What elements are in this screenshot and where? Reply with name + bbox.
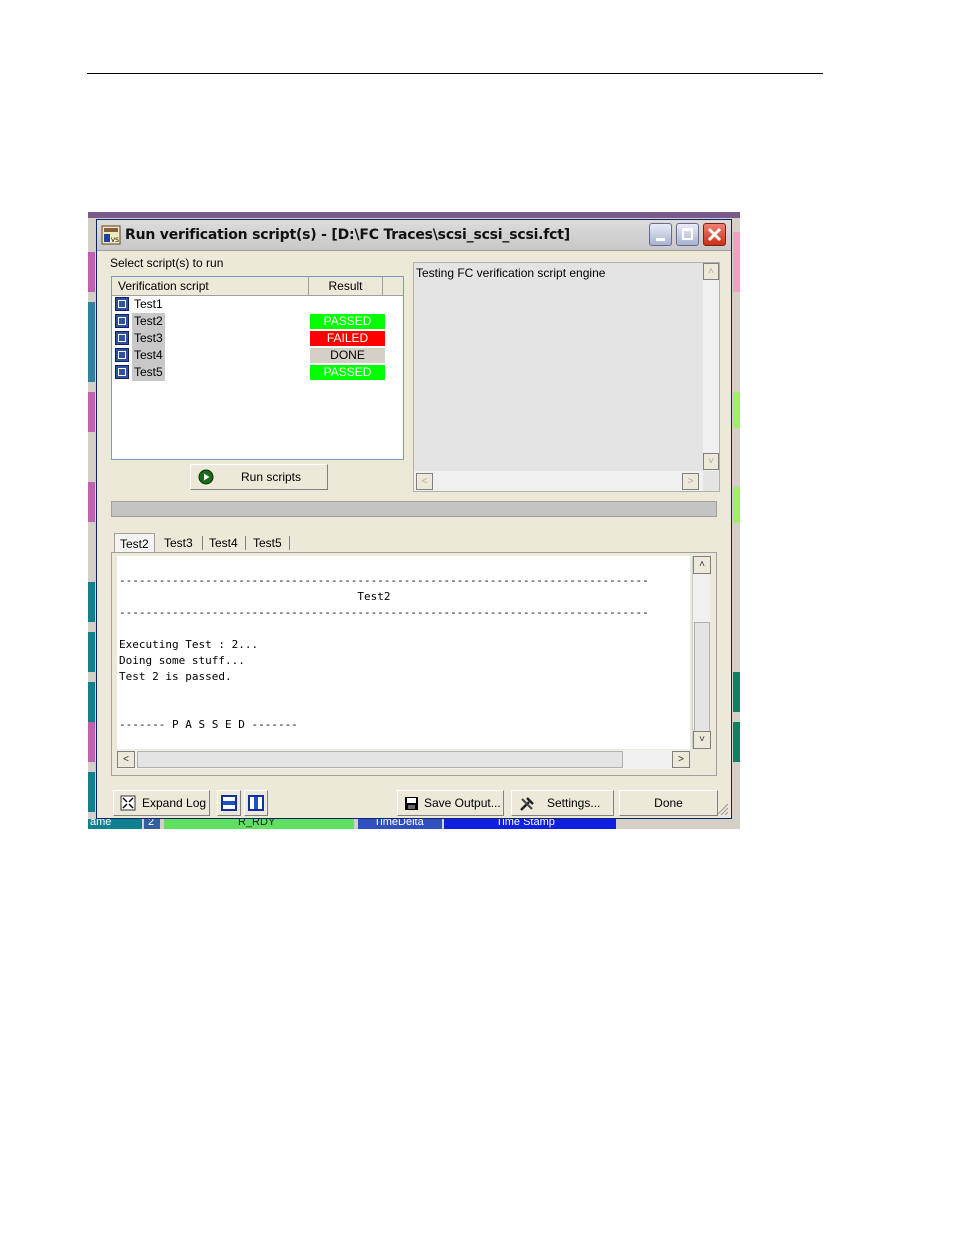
script-app-icon: VS [101,225,121,245]
page-top-rule [87,73,823,74]
output-horizontal-scrollbar[interactable]: < > [414,471,703,491]
maximize-button[interactable] [676,223,699,246]
scroll-right-arrow-icon[interactable]: > [672,751,690,768]
expand-log-label: Expand Log [142,796,207,810]
vs-script-icon [115,314,129,328]
run-scripts-label: Run scripts [241,470,302,484]
vertical-split-icon [248,795,264,811]
engine-output-pane[interactable]: Testing FC verification script engine ˄ … [413,262,720,492]
log-vertical-scrollbar[interactable]: ˄ ˅ [692,556,711,749]
log-line: Doing some stuff... [119,654,245,667]
horizontal-split-icon [221,795,237,811]
dialog-title: Run verification script(s) - [D:\FC Trac… [125,227,570,243]
minimize-button[interactable] [649,223,672,246]
play-icon [198,469,214,485]
select-scripts-label: Select script(s) to run [110,256,224,270]
tab-separator [289,536,290,550]
tab-test3[interactable]: Test3 [159,533,198,553]
scroll-right-arrow-icon[interactable]: > [682,473,699,490]
log-text-area[interactable]: ----------------------------------------… [117,556,690,749]
horizontal-layout-button[interactable] [217,790,241,816]
save-output-label: Save Output... [424,796,501,810]
script-name: Test3 [132,330,165,347]
log-line: Executing Test : 2... [119,638,259,651]
run-scripts-button[interactable]: Run scripts [190,464,328,490]
engine-output-text: Testing FC verification script engine [416,266,606,280]
result-badge: PASSED [310,314,385,329]
vs-script-icon [115,331,129,345]
script-row[interactable]: Test1 [115,296,395,313]
tab-test2[interactable]: Test2 [114,533,155,554]
expand-icon [120,795,136,811]
save-output-button[interactable]: Save Output... [397,790,504,816]
output-vertical-scrollbar[interactable]: ˄ ˅ [703,263,719,471]
list-header: Verification script Result [112,277,403,296]
script-row[interactable]: Test5 PASSED [115,364,395,381]
log-line: Test 2 is passed. [119,670,232,683]
vs-script-icon [115,365,129,379]
scroll-left-arrow-icon[interactable]: < [416,473,433,490]
vs-script-icon [115,297,129,311]
run-verification-dialog: VS Run verification script(s) - [D:\FC T… [96,219,732,819]
scroll-thumb[interactable] [137,751,623,768]
svg-text:VS: VS [111,237,119,244]
scroll-thumb[interactable] [694,622,710,732]
script-name: Test5 [132,364,165,381]
settings-button[interactable]: Settings... [511,790,614,816]
log-line: ----------------------------------------… [119,574,649,587]
tools-icon [520,797,534,811]
column-header-script[interactable]: Verification script [112,277,309,295]
close-icon [707,227,722,242]
tab-separator [202,536,203,550]
scroll-up-arrow-icon[interactable]: ˄ [693,556,711,574]
result-badge: FAILED [310,331,385,346]
log-line: ----------------------------------------… [119,606,649,619]
result-badge: PASSED [310,365,385,380]
script-row[interactable]: Test2 PASSED [115,313,395,330]
result-badge: DONE [310,348,385,363]
scroll-up-arrow-icon[interactable]: ˄ [703,263,719,280]
log-horizontal-scrollbar[interactable]: < > [117,750,690,769]
scroll-down-arrow-icon[interactable]: ˅ [703,453,719,470]
done-button[interactable]: Done [619,790,718,816]
script-name: Test1 [134,297,163,311]
done-label: Done [654,796,683,810]
log-line: ------- P A S S E D ------- [119,718,298,731]
close-button[interactable] [703,223,726,246]
log-line: Test2 [119,590,391,603]
title-bar[interactable]: VS Run verification script(s) - [D:\FC T… [97,220,731,251]
script-row[interactable]: Test4 DONE [115,347,395,364]
resize-grip-icon[interactable] [715,802,729,816]
scroll-down-arrow-icon[interactable]: ˅ [693,731,711,749]
scroll-left-arrow-icon[interactable]: < [117,751,135,768]
script-row[interactable]: Test3 FAILED [115,330,395,347]
progress-bar [111,501,717,517]
expand-log-button[interactable]: Expand Log [113,790,210,816]
vertical-layout-button[interactable] [244,790,268,816]
column-header-result[interactable]: Result [309,277,383,295]
floppy-disk-icon [405,797,418,810]
vs-script-icon [115,348,129,362]
script-list[interactable]: Verification script Result Test1 Test2 PAS… [111,276,404,460]
tab-separator [245,536,246,550]
script-name: Test2 [132,313,165,330]
script-name: Test4 [132,347,165,364]
log-panel: ----------------------------------------… [111,552,717,776]
tab-test4[interactable]: Test4 [204,533,243,553]
tab-test5[interactable]: Test5 [248,533,287,553]
settings-label: Settings... [547,796,601,810]
